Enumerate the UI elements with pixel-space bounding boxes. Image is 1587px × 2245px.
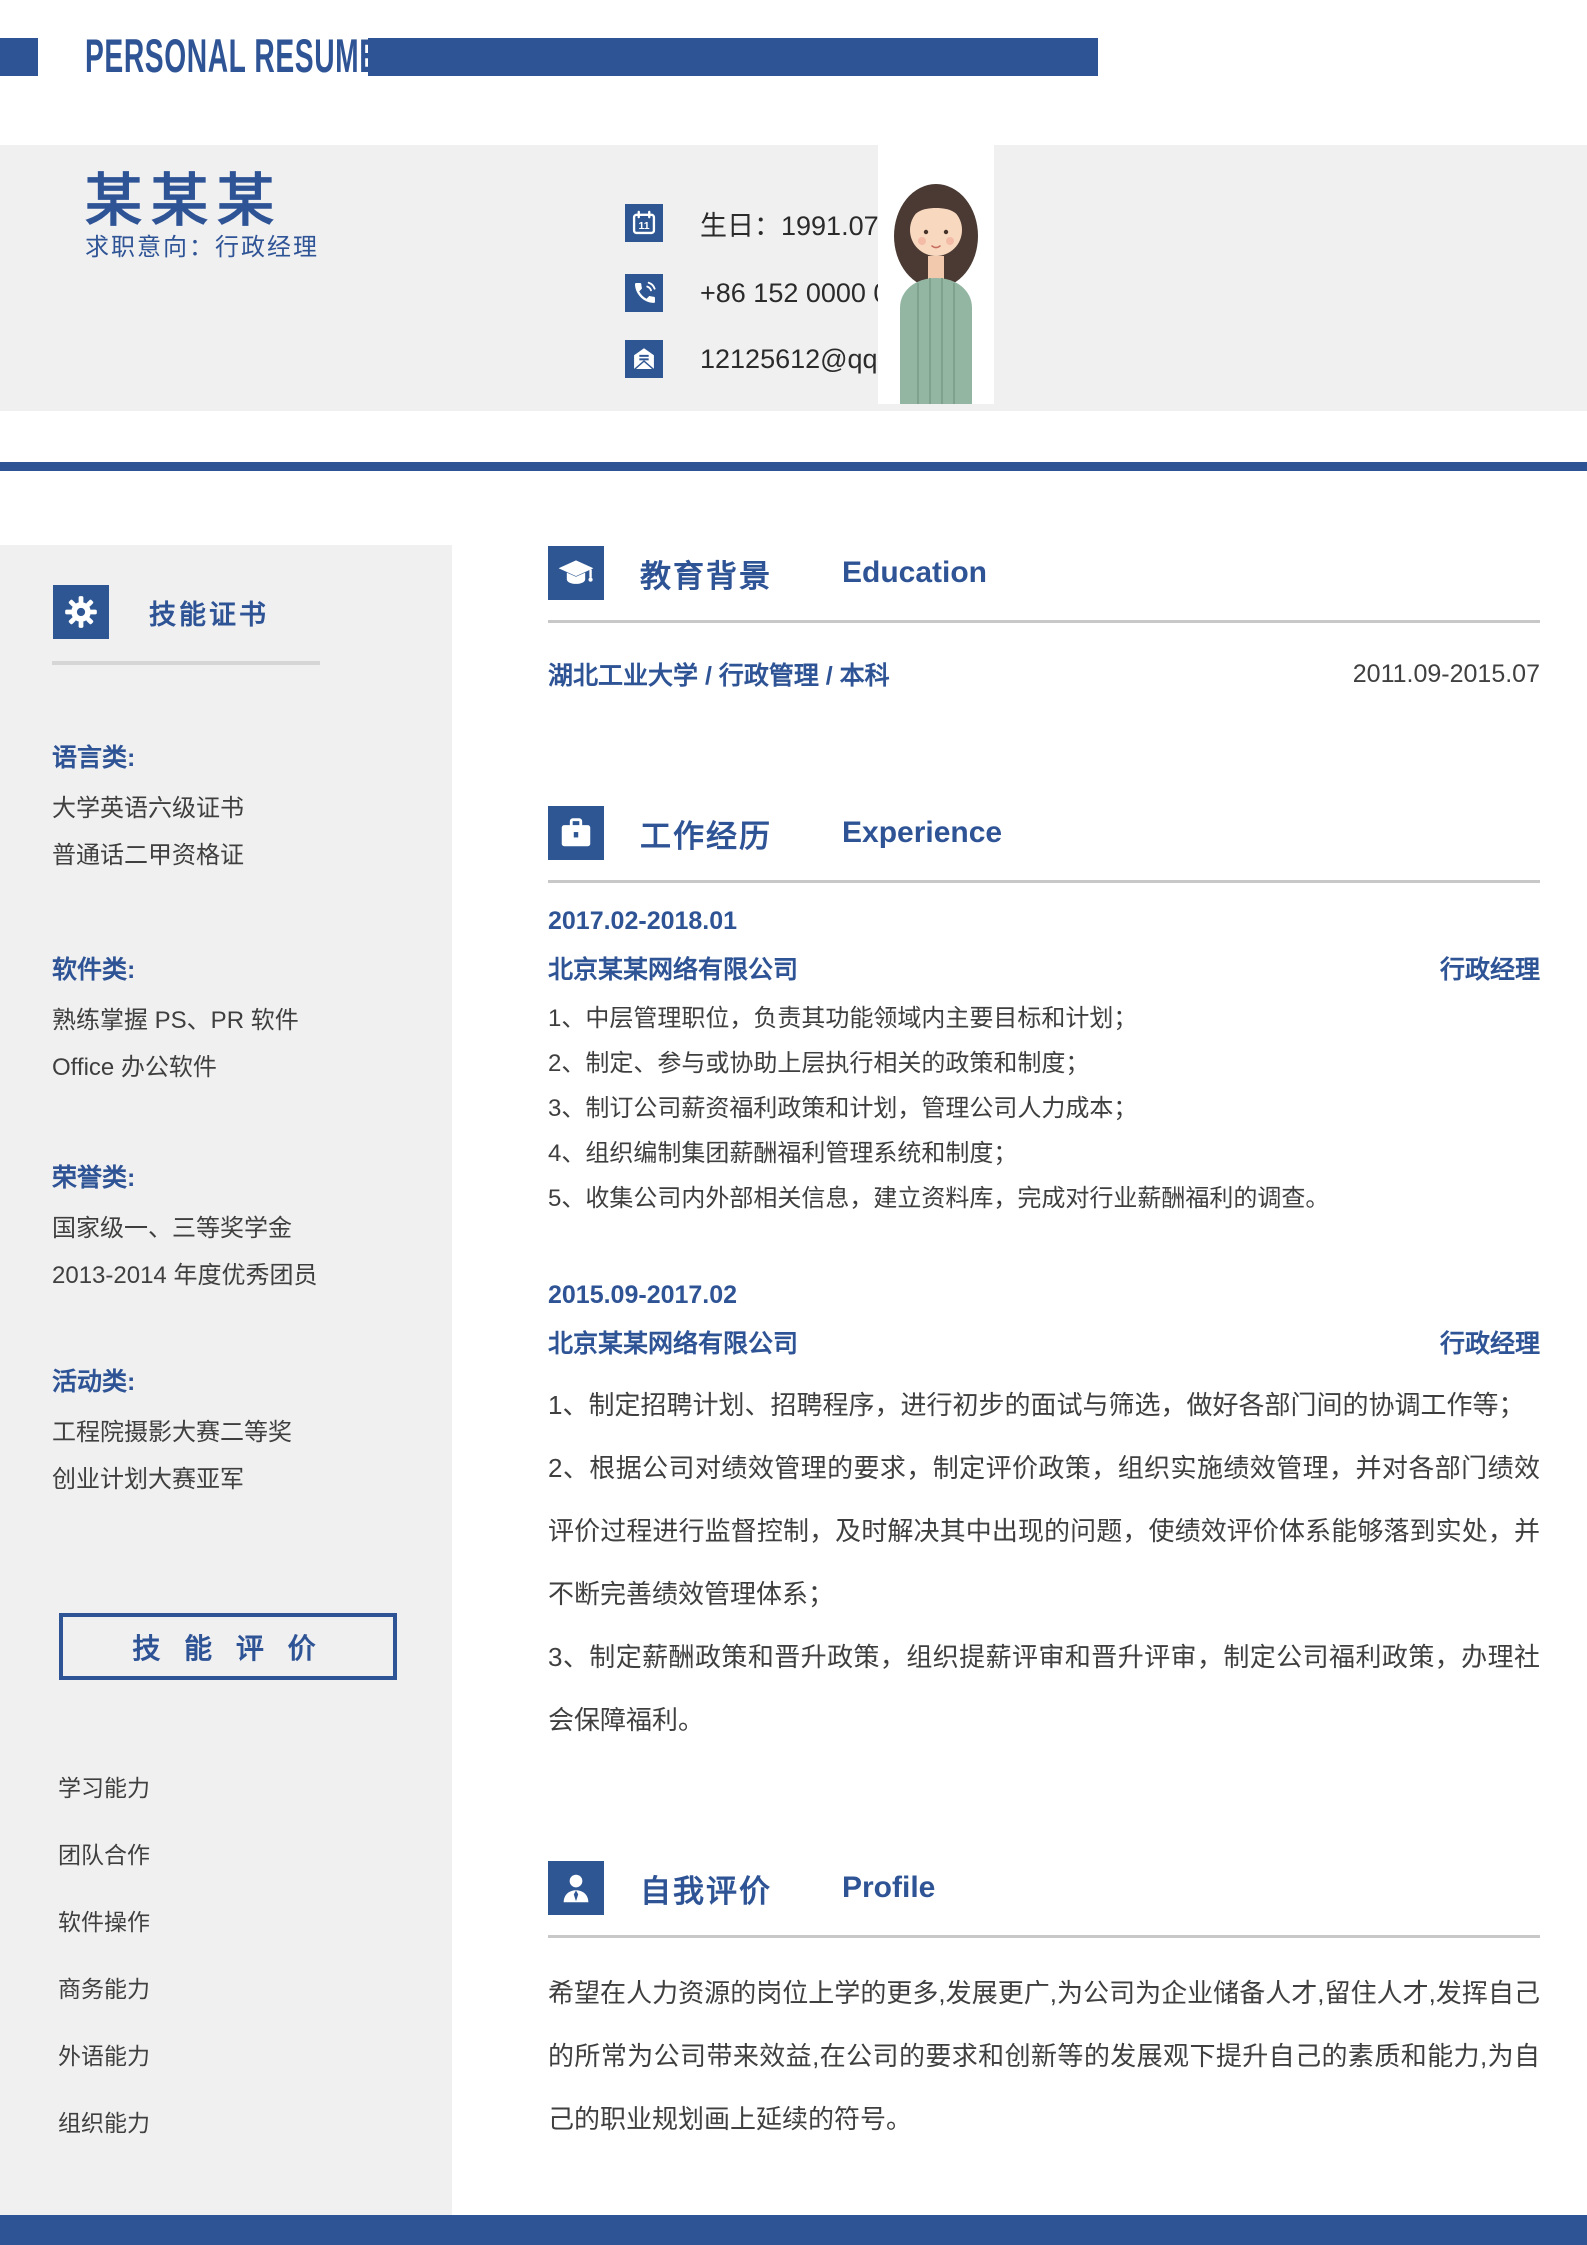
person-icon — [548, 1861, 604, 1915]
job-period: 2017.02-2018.01 — [548, 907, 738, 935]
education-divider — [548, 620, 1540, 623]
job-company: 北京某某网络有限公司 — [548, 956, 799, 984]
job-duty: 1、制定招聘计划、招聘程序，进行初步的面试与筛选，做好各部门间的协调工作等； — [548, 1390, 1525, 1420]
job-duty: 3、制定薪酬政策和晋升政策，组织提薪评审和晋升评审，制定公司福利政策，办理社会保… — [548, 1642, 1540, 1735]
cert-group-label: 荣誉类: — [52, 1164, 136, 1192]
skill-bar-track — [175, 1980, 400, 1994]
skill-row: 组织能力 — [58, 2110, 400, 2136]
job-role: 行政经理 — [1439, 956, 1540, 984]
job-duty: 5、收集公司内外部相关信息，建立资料库，完成对行业薪酬福利的调查。 — [548, 1185, 1330, 1212]
education-title-en: Education — [842, 556, 988, 589]
job-duty: 1、中层管理职位，负责其功能领域内主要目标和计划； — [548, 1005, 1138, 1032]
experience-divider — [548, 880, 1540, 883]
job-duties: 1、制定招聘计划、招聘程序，进行初步的面试与筛选，做好各部门间的协调工作等； 2… — [548, 1374, 1540, 1752]
email-icon — [625, 340, 663, 378]
profile-divider — [548, 1935, 1540, 1938]
cert-group-language: 语言类: 大学英语六级证书 普通话二甲资格证 — [52, 741, 244, 879]
profile-header: 自我评价 Profile — [548, 1860, 1540, 1916]
skill-bar-track — [175, 2114, 400, 2128]
experience-header: 工作经历 Experience — [548, 805, 1540, 861]
job-head: 北京某某网络有限公司 行政经理 — [548, 1324, 1540, 1360]
banner-accent-bar — [368, 38, 1098, 76]
skill-bar-track — [175, 1779, 400, 1793]
job-role: 行政经理 — [1439, 1330, 1540, 1358]
experience-title-en: Experience — [842, 816, 1003, 849]
profile-title-en: Profile — [842, 1871, 936, 1904]
gear-icon — [53, 585, 109, 639]
profile-title-cn: 自我评价 — [640, 1873, 772, 1909]
job-period: 2015.09-2017.02 — [548, 1281, 738, 1309]
education-header: 教育背景 Education — [548, 545, 1540, 601]
job-duties: 1、中层管理职位，负责其功能领域内主要目标和计划； 2、制定、参与或协助上层执行… — [548, 996, 1540, 1221]
cert-group-honors: 荣誉类: 国家级一、三等奖学金 2013-2014 年度优秀团员 — [52, 1161, 317, 1299]
skill-label: 学习能力 — [58, 1775, 150, 1801]
graduation-cap-icon — [548, 546, 604, 600]
job-entry: 2017.02-2018.01 北京某某网络有限公司 行政经理 1、中层管理职位… — [548, 907, 1540, 1221]
cert-item: 工程院摄影大赛二等奖 — [52, 1419, 292, 1446]
skill-label: 团队合作 — [58, 1842, 150, 1868]
cert-item: 创业计划大赛亚军 — [52, 1466, 244, 1493]
phone-icon — [625, 274, 663, 312]
skill-row: 外语能力 — [58, 2043, 400, 2069]
calendar-icon: 11 — [625, 204, 663, 242]
job-head: 北京某某网络有限公司 行政经理 — [548, 950, 1540, 986]
skill-label: 外语能力 — [58, 2043, 150, 2069]
skill-bar-track — [175, 1913, 400, 1927]
certs-divider — [52, 661, 320, 665]
cert-item: 国家级一、三等奖学金 — [52, 1215, 292, 1242]
cert-item: 大学英语六级证书 — [52, 795, 244, 822]
cert-item: 2013-2014 年度优秀团员 — [52, 1262, 318, 1289]
cert-group-label: 语言类: — [52, 744, 136, 772]
page-title: PERSONAL RESUME — [85, 29, 379, 82]
experience-section: 工作经历 Experience 2017.02-2018.01 北京某某网络有限… — [548, 805, 1540, 1752]
skill-bar-track — [175, 2047, 400, 2061]
education-row: 湖北工业大学 / 行政管理 / 本科 2011.09-2015.07 — [548, 656, 1540, 692]
job-entry: 2015.09-2017.02 北京某某网络有限公司 行政经理 1、制定招聘计划… — [548, 1281, 1540, 1752]
banner-accent-square — [0, 38, 38, 76]
skill-row: 学习能力 — [58, 1775, 400, 1801]
avatar — [878, 118, 994, 404]
skill-bar-track — [175, 1846, 400, 1860]
svg-text:11: 11 — [638, 220, 649, 232]
sidebar: 技能证书 语言类: 大学英语六级证书 普通话二甲资格证 软件类: 熟练掌握 PS… — [0, 545, 452, 2215]
skill-label: 商务能力 — [58, 1976, 150, 2002]
contact-birthday: 11 生日：1991.07.07 — [625, 203, 916, 243]
education-section: 教育背景 Education 湖北工业大学 / 行政管理 / 本科 2011.0… — [548, 545, 1540, 692]
job-duty: 3、制订公司薪资福利政策和计划，管理公司人力成本； — [548, 1095, 1138, 1122]
skill-row: 团队合作 — [58, 1842, 400, 1868]
header-divider-bar — [0, 462, 1587, 471]
job-duty: 2、根据公司对绩效管理的要求，制定评价政策，组织实施绩效管理，并对各部门绩效评价… — [548, 1453, 1540, 1609]
skill-label: 软件操作 — [58, 1909, 150, 1935]
job-duty: 2、制定、参与或协助上层执行相关的政策和制度； — [548, 1050, 1090, 1077]
experience-title-cn: 工作经历 — [640, 818, 772, 854]
cert-item: 熟练掌握 PS、PR 软件 — [52, 1007, 299, 1034]
job-objective: 求职意向：行政经理 — [85, 234, 319, 261]
education-school: 湖北工业大学 / 行政管理 / 本科 — [548, 662, 890, 690]
skill-label: 组织能力 — [58, 2110, 150, 2136]
briefcase-icon — [548, 806, 604, 860]
cert-group-label: 活动类: — [52, 1368, 136, 1396]
cert-group-label: 软件类: — [52, 956, 136, 984]
skill-evaluation-box: 技 能 评 价 — [59, 1613, 397, 1680]
cert-group-activities: 活动类: 工程院摄影大赛二等奖 创业计划大赛亚军 — [52, 1365, 292, 1503]
header: 某某某 求职意向：行政经理 11 生日：1991.07.07 +86 152 0… — [0, 145, 1587, 411]
cert-item: 普通话二甲资格证 — [52, 842, 244, 869]
profile-section: 自我评价 Profile 希望在人力资源的岗位上学的更多,发展更广,为公司为企业… — [548, 1860, 1540, 2151]
education-title-cn: 教育背景 — [640, 558, 772, 594]
candidate-name: 某某某 — [85, 169, 283, 233]
certs-title: 技能证书 — [149, 599, 269, 630]
certs-header: 技能证书 — [53, 585, 269, 639]
skill-evaluation-title: 技 能 评 价 — [132, 1632, 324, 1664]
cert-group-software: 软件类: 熟练掌握 PS、PR 软件 Office 办公软件 — [52, 953, 299, 1091]
footer-bar — [0, 2215, 1587, 2245]
profile-text: 希望在人力资源的岗位上学的更多,发展更广,为公司为企业储备人才,留住人才,发挥自… — [548, 1978, 1540, 2134]
job-duty: 4、组织编制集团薪酬福利管理系统和制度； — [548, 1140, 1018, 1167]
job-company: 北京某某网络有限公司 — [548, 1330, 799, 1358]
skill-row: 软件操作 — [58, 1909, 400, 1935]
skill-row: 商务能力 — [58, 1976, 400, 2002]
education-period: 2011.09-2015.07 — [1352, 659, 1540, 688]
cert-item: Office 办公软件 — [52, 1054, 217, 1081]
resume-page: PERSONAL RESUME 某某某 求职意向：行政经理 11 生日：1991… — [0, 0, 1587, 2245]
